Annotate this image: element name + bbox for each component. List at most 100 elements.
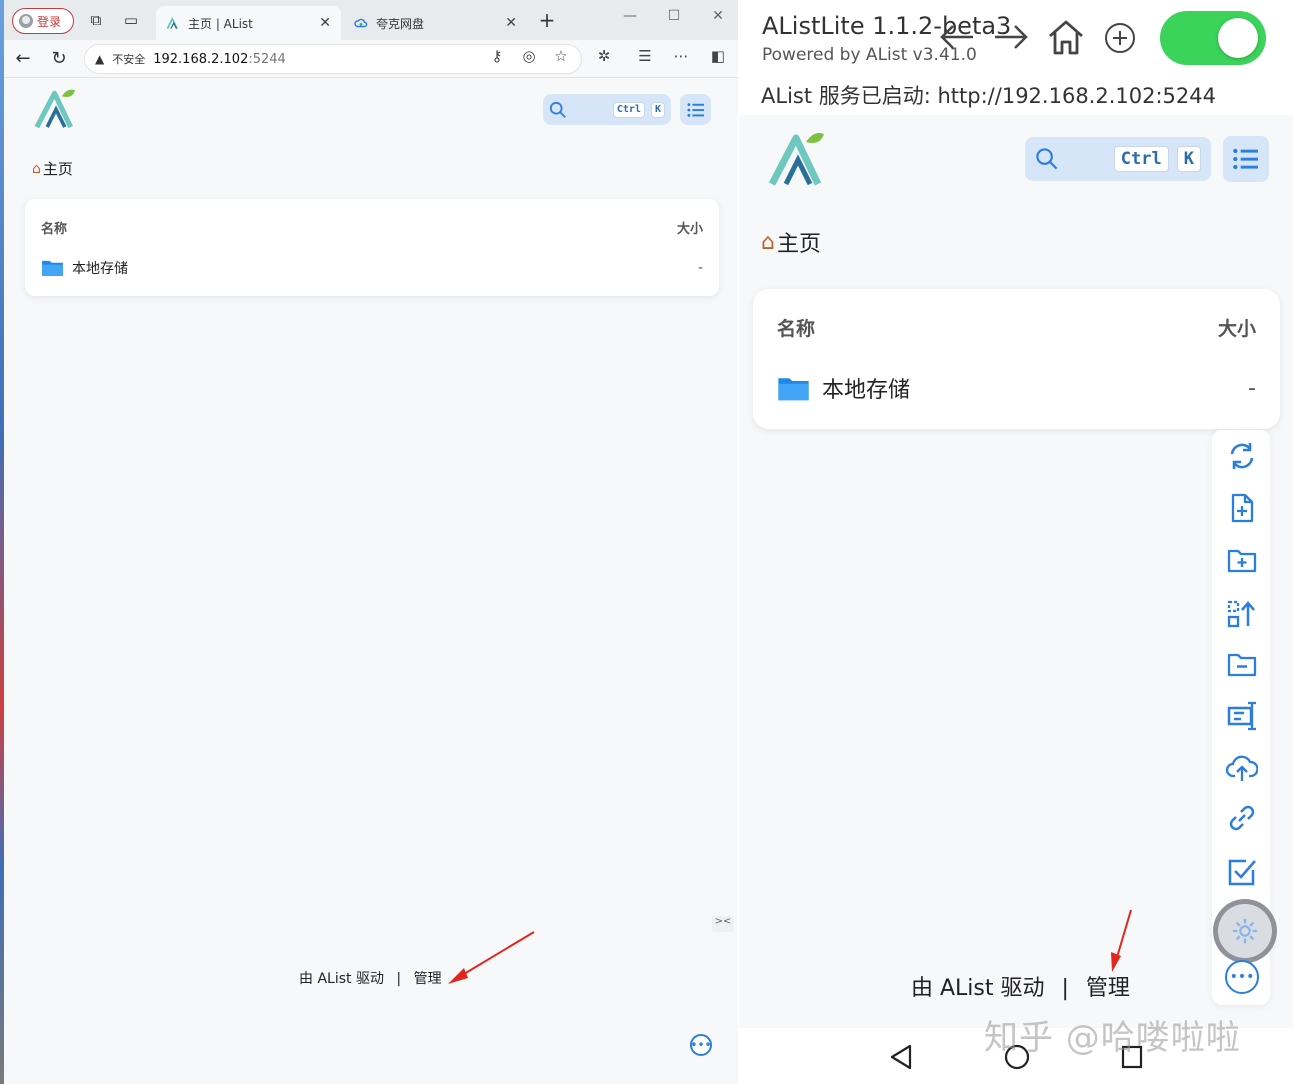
list-menu-button[interactable] [680, 94, 711, 125]
forward-arrow-icon[interactable] [993, 22, 1029, 52]
footer-separator: | [396, 971, 402, 987]
back-arrow-icon[interactable]: ← [12, 48, 34, 70]
back-arrow-icon[interactable] [939, 22, 975, 52]
tab-close-icon[interactable]: ✕ [505, 15, 517, 31]
tab-quark-drive-label: 夸克网盘 [376, 16, 425, 31]
file-name: 本地存储 [822, 378, 911, 403]
browser-tab-bar: 登录 ⧉ ▭ 主页 | AList ✕ 夸克网盘 ✕ + — ☐ ✕ [4, 0, 738, 40]
offline-download-icon[interactable] [1226, 802, 1258, 834]
file-list: 名称 大小 本地存储 - [753, 289, 1280, 429]
favorites-icon[interactable]: ☰ [634, 47, 656, 65]
alist-logo-icon [768, 133, 824, 186]
settings-button[interactable] [1213, 899, 1277, 963]
breadcrumb[interactable]: ⌂ 主页 [32, 158, 73, 179]
new-folder-icon[interactable] [1226, 544, 1258, 576]
add-icon[interactable] [1104, 22, 1136, 54]
alist-favicon-icon [166, 17, 178, 29]
more-icon[interactable]: ••• [1225, 960, 1259, 994]
breadcrumb-home: 主页 [776, 232, 821, 257]
minimize-button[interactable]: — [620, 8, 640, 24]
profile-avatar-icon [19, 14, 33, 28]
more-icon[interactable]: ••• [690, 1034, 712, 1056]
folder-icon [42, 260, 63, 277]
url-port: :5244 [248, 51, 286, 67]
breadcrumb-home: 主页 [42, 160, 73, 178]
security-status-label: 不安全 [112, 53, 146, 66]
tab-quark-drive[interactable]: 夸克网盘 ✕ [344, 6, 527, 40]
nav-back-icon[interactable] [889, 1044, 913, 1070]
file-size: - [1248, 375, 1256, 401]
upload-icon[interactable] [1226, 752, 1258, 784]
home-icon: ⌂ [32, 160, 41, 177]
more-menu-icon[interactable]: ⋯ [670, 47, 692, 65]
manage-link[interactable]: 管理 [1086, 976, 1130, 1001]
kbd-ctrl: Ctrl [612, 101, 645, 118]
breadcrumb[interactable]: ⌂ 主页 [761, 226, 821, 258]
refresh-icon[interactable] [1226, 440, 1258, 472]
page-footer: 由 AList 驱动 | 管理 [911, 970, 1130, 1002]
app-header: AListLite 1.1.2-beta3 Powered by AList v… [739, 0, 1293, 115]
new-file-icon[interactable] [1226, 492, 1258, 524]
list-icon [686, 102, 704, 117]
list-item[interactable]: 本地存储 - [777, 373, 1256, 403]
browser-address-bar: ← ↻ ▲ 不安全 192.168.2.102 :5244 ⚷ ◎ ☆ ✲ ☰ … [4, 40, 738, 78]
select-all-icon[interactable] [1226, 856, 1258, 888]
kbd-k: K [650, 101, 665, 118]
service-status-text: AList 服务已启动: http://192.168.2.102:5244 [761, 84, 1216, 108]
file-size: - [697, 260, 703, 276]
tab-alist-home-label: 主页 | AList [188, 16, 253, 31]
column-header-size[interactable]: 大小 [677, 218, 703, 237]
kbd-k: K [1176, 146, 1201, 172]
read-aloud-icon[interactable]: ◎ [518, 47, 540, 65]
profile-login-label: 登录 [37, 14, 62, 29]
column-header-name[interactable]: 名称 [41, 218, 67, 237]
window-close-button[interactable]: ✕ [708, 8, 728, 24]
url-host: 192.168.2.102 [153, 51, 249, 67]
file-name: 本地存储 [72, 261, 128, 277]
list-item[interactable]: 本地存储 - [41, 257, 703, 279]
home-icon[interactable] [1046, 18, 1086, 56]
tab-close-icon[interactable]: ✕ [319, 15, 331, 31]
tab-actions-icon[interactable]: ▭ [121, 10, 141, 30]
search-icon [549, 101, 566, 118]
search-button[interactable]: Ctrl K [543, 94, 671, 125]
settings-button-inner [1218, 904, 1272, 958]
quark-cloud-favicon-icon [354, 18, 368, 28]
new-tab-button[interactable]: + [536, 8, 558, 32]
kbd-ctrl: Ctrl [1113, 146, 1169, 172]
list-icon [1233, 148, 1258, 170]
maximize-button[interactable]: ☐ [664, 8, 684, 24]
favorite-star-icon[interactable]: ☆ [550, 47, 572, 65]
powered-by-text: 由 AList 驱动 [911, 976, 1045, 1001]
android-app-screen: AListLite 1.1.2-beta3 Powered by AList v… [739, 0, 1293, 1084]
column-header-name[interactable]: 名称 [777, 314, 815, 341]
remove-empty-folder-icon[interactable] [1226, 648, 1258, 680]
workspaces-icon[interactable]: ⧉ [86, 10, 106, 30]
profile-login-button[interactable]: 登录 [12, 8, 74, 34]
recursive-move-icon[interactable] [1226, 598, 1258, 630]
search-icon [1036, 148, 1058, 170]
toggle-knob [1218, 18, 1258, 58]
settings-icon [1232, 918, 1258, 944]
sidebar-toggle-icon[interactable]: ◧ [707, 47, 729, 65]
folder-icon [778, 377, 809, 400]
manage-link[interactable]: 管理 [414, 971, 442, 987]
batch-rename-icon[interactable] [1226, 700, 1258, 732]
page-footer: 由 AList 驱动 | 管理 [299, 968, 442, 988]
service-toggle[interactable] [1160, 11, 1266, 65]
search-button[interactable]: Ctrl K [1025, 137, 1211, 181]
annotation-arrow [448, 931, 535, 984]
desktop-browser-window: 登录 ⧉ ▭ 主页 | AList ✕ 夸克网盘 ✕ + — ☐ ✕ ← ↻ ▲… [0, 0, 738, 1084]
key-icon[interactable]: ⚷ [486, 47, 508, 65]
dev-tools-icon[interactable]: >< [712, 916, 734, 932]
refresh-icon[interactable]: ↻ [48, 48, 70, 70]
extensions-icon[interactable]: ✲ [593, 47, 615, 65]
column-header-size[interactable]: 大小 [1218, 314, 1256, 341]
tab-alist-home[interactable]: 主页 | AList ✕ [156, 6, 341, 40]
footer-separator: | [1061, 976, 1069, 1001]
home-icon: ⌂ [761, 229, 775, 255]
watermark-text: 知乎 @哈喽啦啦 [984, 1018, 1241, 1058]
warning-triangle-icon: ▲ [95, 52, 105, 66]
list-menu-button[interactable] [1223, 136, 1269, 182]
annotation-arrow [1111, 909, 1132, 972]
